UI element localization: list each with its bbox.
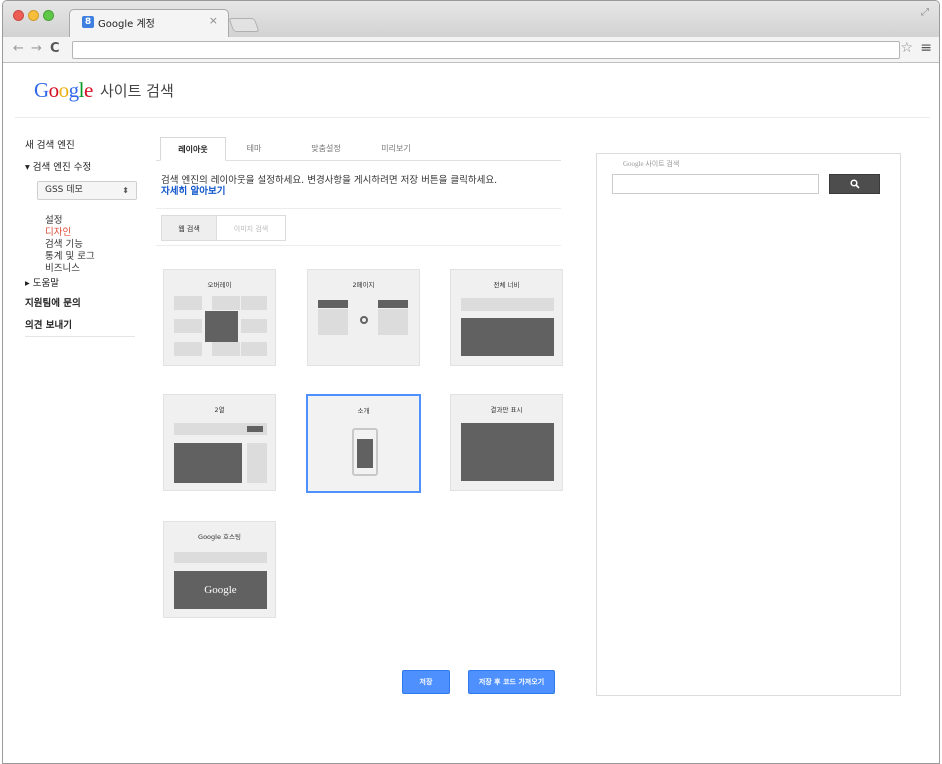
divider: [156, 245, 561, 246]
forward-arrow-icon[interactable]: →: [31, 41, 42, 56]
select-arrows-icon: ⬍: [122, 186, 129, 195]
layout-card-two-page[interactable]: 2페이지: [307, 269, 420, 366]
layout-card-google-hosted[interactable]: Google 호스팅 Google: [163, 521, 276, 618]
preview-search-input[interactable]: [612, 174, 819, 194]
nav-contact-support[interactable]: 지원팀에 문의: [25, 295, 81, 309]
layout-label: 오버레이: [207, 281, 232, 289]
minimize-window-button[interactable]: [28, 10, 39, 21]
close-window-button[interactable]: [13, 10, 24, 21]
layout-label: 소개: [357, 407, 370, 415]
nav-send-feedback[interactable]: 의견 보내기: [25, 317, 72, 331]
image-search-toggle[interactable]: 이미지 검색: [216, 215, 286, 241]
divider: [15, 117, 930, 118]
zoom-window-button[interactable]: [43, 10, 54, 21]
tab-customize[interactable]: 맞춤설정: [296, 137, 356, 161]
layout-card-two-column[interactable]: 2열: [163, 394, 276, 491]
reload-icon[interactable]: C: [50, 41, 60, 56]
web-search-toggle[interactable]: 웹 검색: [161, 215, 217, 241]
hosted-google-logo: Google: [174, 571, 267, 609]
layout-label: 2열: [214, 406, 225, 414]
learn-more-link[interactable]: 자세히 알아보기: [161, 183, 226, 197]
layout-label: 2페이지: [352, 281, 375, 289]
layout-label: 결과만 표시: [490, 406, 523, 414]
google-logo: Google: [34, 78, 93, 102]
address-bar[interactable]: [72, 41, 900, 59]
layout-label: 전체 너비: [493, 281, 520, 289]
nav-edit-engine[interactable]: ▾ 검색 엔진 수정: [25, 159, 91, 173]
layout-label: Google 호스팅: [198, 533, 241, 541]
preview-panel: Google 사이트 검색: [596, 153, 901, 696]
preview-search-button[interactable]: [829, 174, 880, 194]
divider: [25, 336, 135, 337]
nav-item-business[interactable]: 비즈니스: [45, 260, 80, 274]
layout-card-compact[interactable]: 소개: [306, 394, 421, 493]
nav-help[interactable]: ▸ 도움말: [25, 275, 59, 289]
search-icon: [849, 179, 860, 189]
browser-window: 8 Google 계정 × ⤢ ← → C ☆ ≡ Google 사이트 검색 …: [2, 0, 940, 764]
tab-strip: 8 Google 계정 × ⤢: [3, 1, 939, 37]
tab-close-icon[interactable]: ×: [209, 14, 218, 27]
layout-card-full-width[interactable]: 전체 너비: [450, 269, 563, 366]
tab-preview[interactable]: 미리보기: [366, 137, 426, 161]
preview-title: Google 사이트 검색: [623, 160, 680, 168]
save-button[interactable]: 저장: [402, 670, 450, 694]
save-get-code-button[interactable]: 저장 후 코드 가져오기: [468, 670, 555, 694]
browser-tab[interactable]: 8 Google 계정 ×: [69, 9, 229, 37]
page-content: Google 사이트 검색 새 검색 엔진 ▾ 검색 엔진 수정 GSS 데모 …: [3, 64, 939, 763]
engine-select-value: GSS 데모: [45, 185, 83, 195]
back-arrow-icon[interactable]: ←: [13, 41, 24, 56]
fullscreen-icon[interactable]: ⤢: [921, 7, 929, 18]
nav-new-engine[interactable]: 새 검색 엔진: [25, 137, 75, 151]
tab-title: Google 계정: [98, 19, 155, 30]
tab-theme[interactable]: 테마: [230, 137, 278, 161]
menu-icon[interactable]: ≡: [920, 40, 932, 56]
google-favicon-icon: 8: [82, 16, 94, 28]
new-tab-button[interactable]: [228, 18, 260, 32]
tab-layout[interactable]: 레이아웃: [160, 137, 226, 161]
divider: [156, 208, 561, 209]
engine-select[interactable]: GSS 데모 ⬍: [37, 181, 137, 200]
star-icon[interactable]: ☆: [900, 40, 913, 56]
layout-card-results-only[interactable]: 결과만 표시: [450, 394, 563, 491]
product-title: 사이트 검색: [100, 82, 174, 100]
design-tabs: 레이아웃 테마 맞춤설정 미리보기: [156, 137, 561, 161]
browser-toolbar: ← → C ☆ ≡: [3, 37, 939, 63]
layout-card-overlay[interactable]: 오버레이: [163, 269, 276, 366]
